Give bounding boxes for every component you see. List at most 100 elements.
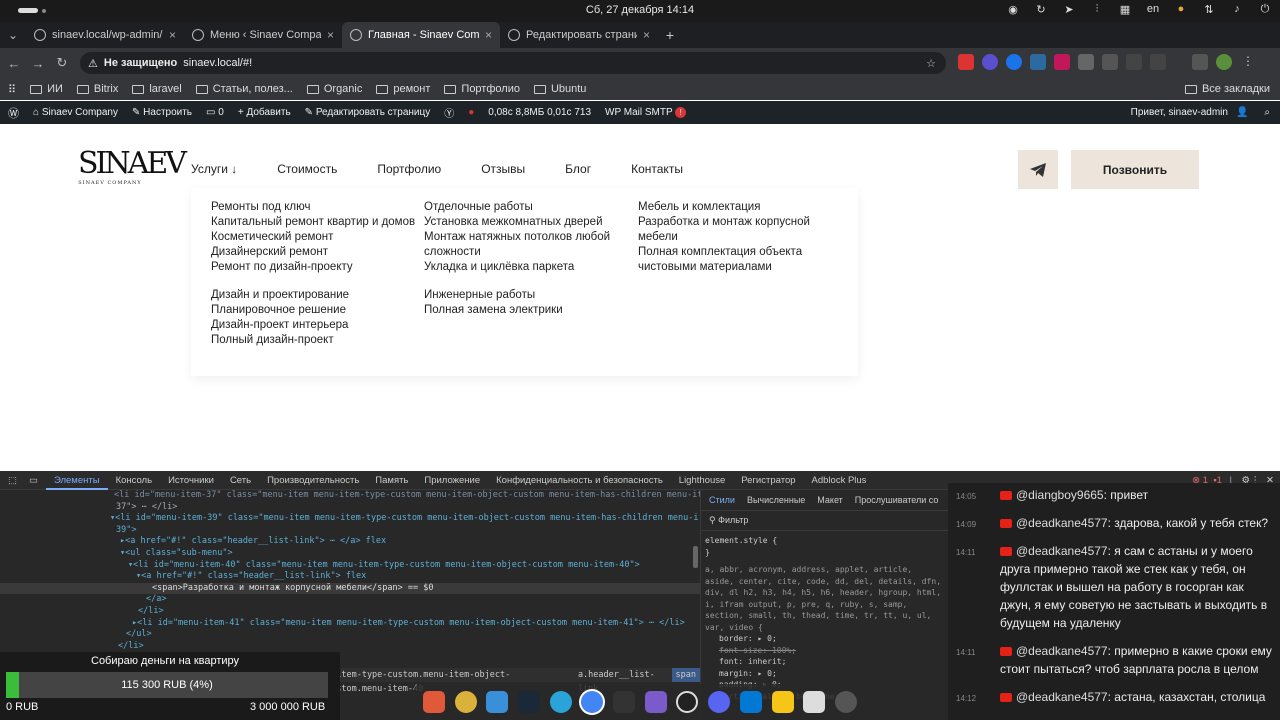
dom-line[interactable]: ▸<li id="menu-item-41" class="menu-item … bbox=[0, 618, 700, 630]
call-button[interactable]: Позвонить bbox=[1071, 150, 1199, 189]
dropdown-link[interactable]: чистовыми материалами bbox=[638, 260, 810, 275]
bookmark-folder[interactable]: ИИ bbox=[30, 83, 63, 95]
nav-portfolio[interactable]: Портфолио bbox=[377, 162, 441, 176]
back-icon[interactable]: ← bbox=[2, 56, 26, 71]
dropdown-link[interactable]: Дизайн-проект интерьера bbox=[211, 318, 349, 333]
dropdown-link[interactable]: Инженерные работы bbox=[424, 288, 563, 303]
extension-icon[interactable] bbox=[1102, 54, 1118, 70]
browser-tab-4[interactable]: Редактировать страниц × bbox=[500, 22, 658, 48]
styles-filter-input[interactable]: Фильтр bbox=[718, 515, 748, 525]
power-icon[interactable]: ⏻ bbox=[1258, 2, 1272, 16]
listeners-tab[interactable]: Прослушиватели со bbox=[855, 495, 939, 505]
dom-line[interactable]: ▾<li id="menu-item-39" class="menu-item … bbox=[0, 513, 700, 525]
bookmark-folder[interactable]: Портфолио bbox=[444, 83, 520, 95]
nav-reviews[interactable]: Отзывы bbox=[481, 162, 525, 176]
dropdown-link[interactable]: Отделочные работы bbox=[424, 200, 610, 215]
bookmark-folder[interactable]: laravel bbox=[132, 83, 182, 95]
devtools-tab-console[interactable]: Консоль bbox=[108, 475, 161, 486]
abp-extension-icon[interactable] bbox=[958, 54, 974, 70]
wp-user-menu[interactable]: Привет, sinaev-admin 👤 ⌕ bbox=[1131, 107, 1270, 118]
dom-line[interactable]: </li> bbox=[0, 641, 700, 653]
terminal-app-icon[interactable] bbox=[613, 691, 636, 713]
language-indicator[interactable]: en bbox=[1146, 2, 1160, 16]
dropdown-link[interactable]: Планировочное решение bbox=[211, 303, 349, 318]
discord-app-icon[interactable] bbox=[708, 691, 731, 713]
extension-icon[interactable] bbox=[982, 54, 998, 70]
shield-extension-icon[interactable] bbox=[1078, 54, 1094, 70]
dropdown-link[interactable]: сложности bbox=[424, 245, 610, 260]
site-logo[interactable]: SINAEV SINAEV COMPANY bbox=[78, 148, 187, 190]
dropdown-link[interactable]: Укладка и циклёвка паркета bbox=[424, 260, 610, 275]
address-bar[interactable]: ⚠ Не защищено sinaev.local/#! ☆ bbox=[80, 52, 946, 74]
dropdown-link[interactable]: Ремонты под ключ bbox=[211, 200, 415, 215]
dom-line[interactable]: ▾<a href="#!" class="header__list-link">… bbox=[0, 571, 700, 583]
steam-app-icon[interactable] bbox=[517, 691, 540, 713]
bookmark-folder[interactable]: Статьи, полез... bbox=[195, 83, 293, 95]
wp-add-link[interactable]: + Добавить bbox=[238, 107, 291, 118]
breadcrumb-item[interactable]: span bbox=[671, 668, 700, 682]
volume-icon[interactable]: ♪ bbox=[1230, 2, 1244, 16]
close-tab-icon[interactable]: × bbox=[485, 28, 492, 42]
rhythmbox-app-icon[interactable] bbox=[454, 691, 477, 713]
devtools-tab-performance[interactable]: Производительность bbox=[259, 475, 367, 486]
dropdown-link[interactable]: Мебель и комлектация bbox=[638, 200, 810, 215]
store-app-icon[interactable] bbox=[486, 691, 509, 713]
obs-icon[interactable]: ◉ bbox=[1006, 2, 1020, 16]
browser-tab-1[interactable]: sinaev.local/wp-admin/a × bbox=[26, 22, 184, 48]
files-app-icon[interactable] bbox=[422, 691, 445, 713]
dom-line[interactable]: ▸<a href="#!" class="header__list-link">… bbox=[0, 536, 700, 548]
breadcrumb-item[interactable]: a.header__list-link bbox=[578, 668, 662, 694]
wordpress-logo-icon[interactable]: Ⓦ bbox=[8, 105, 19, 121]
browser-tab-2[interactable]: Меню ‹ Sinaev Company × bbox=[184, 22, 342, 48]
bookmark-star-icon[interactable]: ☆ bbox=[926, 57, 936, 70]
microphone-icon[interactable]: ● bbox=[1174, 2, 1188, 16]
apps-grid-icon[interactable]: ⠿ bbox=[8, 83, 16, 96]
dropdown-link[interactable]: Разработка и монтаж корпусной bbox=[638, 215, 810, 230]
bookmark-folder[interactable]: Bitrix bbox=[76, 83, 118, 95]
wp-comments-link[interactable]: ▭ 0 bbox=[206, 107, 224, 118]
devtools-tab-sources[interactable]: Источники bbox=[160, 475, 222, 486]
devtools-tab-recorder[interactable]: Регистратор bbox=[733, 475, 803, 486]
app-icon[interactable] bbox=[771, 691, 794, 713]
nav-pricing[interactable]: Стоимость bbox=[277, 162, 337, 176]
forward-icon[interactable]: → bbox=[26, 56, 50, 71]
dropdown-link[interactable]: Установка межкомнатных дверей bbox=[424, 215, 610, 230]
all-bookmarks[interactable]: Все закладки bbox=[1184, 83, 1270, 95]
telegram-app-icon[interactable] bbox=[549, 691, 572, 713]
reset-selector[interactable]: a, abbr, acronym, address, applet, artic… bbox=[705, 564, 944, 633]
devtools-tab-memory[interactable]: Память bbox=[367, 475, 416, 486]
puzzle-icon[interactable] bbox=[1150, 54, 1166, 70]
css-prop[interactable]: font-size: 100%; bbox=[719, 645, 944, 657]
breadcrumb-item[interactable]: u-item-type-custom.menu-item-object-cust… bbox=[326, 668, 568, 694]
dom-line[interactable]: ▾<li id="menu-item-40" class="menu-item … bbox=[0, 560, 700, 572]
vscode-app-icon[interactable] bbox=[739, 691, 762, 713]
nav-services[interactable]: Услуги ↓ bbox=[191, 162, 237, 176]
trash-app-icon[interactable] bbox=[803, 691, 826, 713]
phpstorm-app-icon[interactable] bbox=[644, 691, 667, 713]
close-tab-icon[interactable]: × bbox=[169, 28, 176, 42]
css-prop[interactable]: margin: ▸ 0; bbox=[719, 668, 944, 680]
query-monitor-stats[interactable]: 0,08с 8,8МБ 0,01с 713 bbox=[488, 107, 591, 118]
layout-tab[interactable]: Макет bbox=[817, 495, 842, 505]
profile-avatar[interactable] bbox=[1216, 54, 1232, 70]
url-text[interactable]: sinaev.local/#! bbox=[183, 57, 252, 69]
dom-line-selected[interactable]: <span>Разработка и монтаж корпусной мебе… bbox=[0, 582, 700, 595]
yoast-icon[interactable]: Ⓨ bbox=[444, 105, 454, 120]
network-icon[interactable]: ⇅ bbox=[1202, 2, 1216, 16]
dropdown-link[interactable]: мебели bbox=[638, 230, 810, 245]
bookmark-folder[interactable]: ремонт bbox=[376, 83, 430, 95]
bookmark-folder[interactable]: Organic bbox=[306, 83, 362, 95]
dom-line[interactable]: 39"> bbox=[0, 525, 700, 537]
close-tab-icon[interactable]: × bbox=[327, 28, 334, 42]
dropdown-link[interactable]: Ремонт по дизайн-проекту bbox=[211, 260, 415, 275]
dropdown-link[interactable]: Дизайнерский ремонт bbox=[211, 245, 415, 260]
obs-app-icon[interactable] bbox=[676, 691, 699, 713]
browser-tab-3[interactable]: Главная - Sinaev Compa × bbox=[342, 22, 500, 48]
dom-line[interactable]: </li> bbox=[0, 606, 700, 618]
dom-line[interactable]: 37"> ⋯ </li> bbox=[0, 502, 700, 514]
wp-customize-link[interactable]: ✎ Настроить bbox=[132, 107, 192, 118]
telegram-tray-icon[interactable]: ➤ bbox=[1062, 2, 1076, 16]
device-toggle-icon[interactable]: ▭ bbox=[21, 475, 46, 486]
dropdown-link[interactable]: Косметический ремонт bbox=[211, 230, 415, 245]
css-prop[interactable]: font: inherit; bbox=[719, 656, 944, 668]
